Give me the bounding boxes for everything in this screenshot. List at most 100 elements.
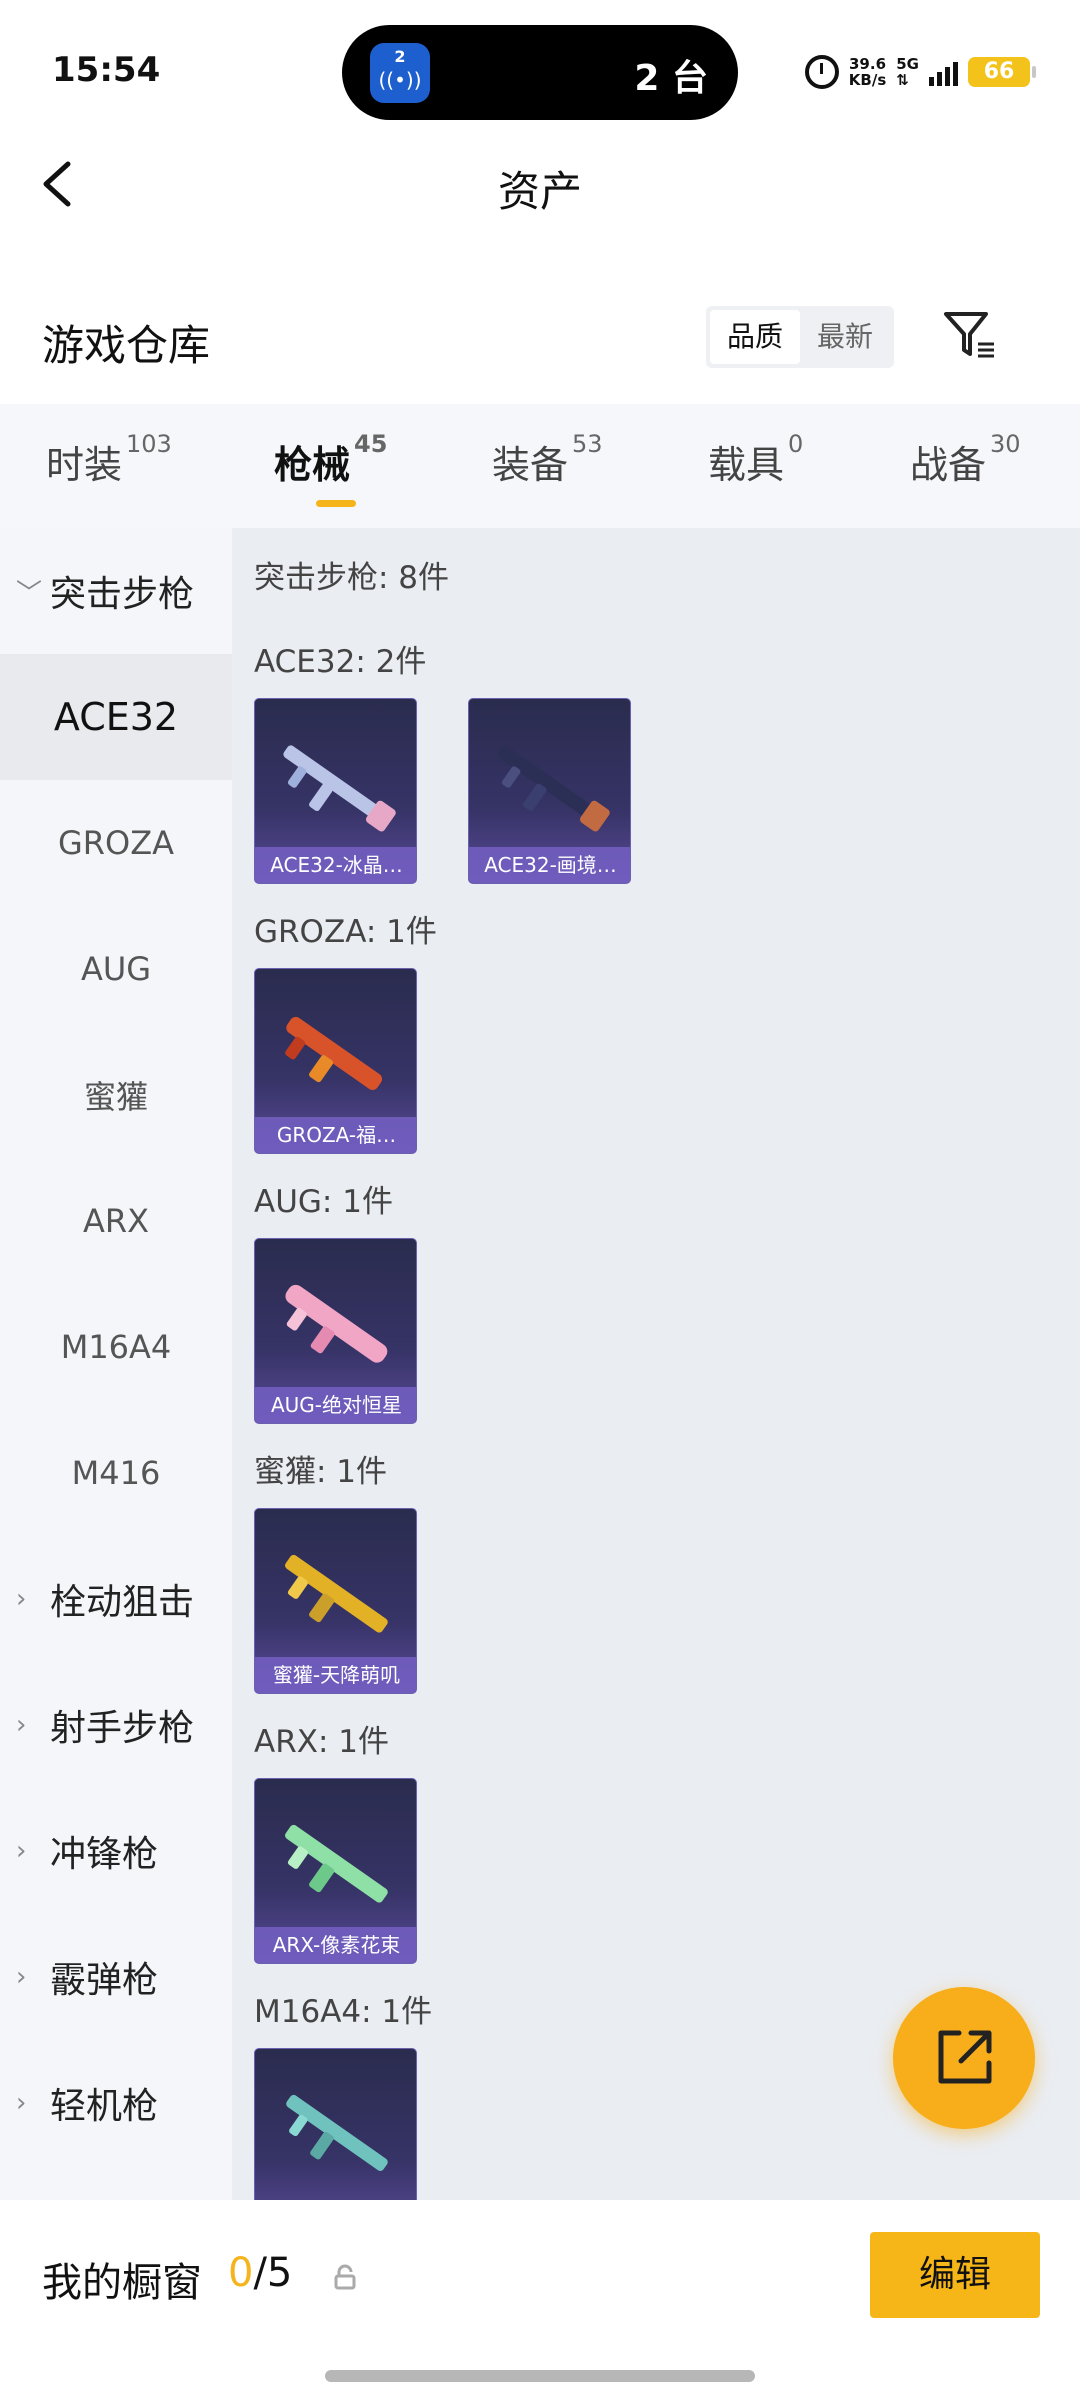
chevron-right-icon: › xyxy=(16,1962,27,1992)
signal-icon xyxy=(929,58,958,86)
sidebar-item-arx[interactable]: ARX xyxy=(0,1158,232,1284)
alarm-icon xyxy=(804,55,839,89)
weapon-card[interactable]: GROZA-福… xyxy=(254,968,417,1154)
sidebar-category-shotgun[interactable]: › 霰弹枪 xyxy=(0,1914,232,2040)
chevron-right-icon: › xyxy=(16,1584,27,1614)
tab-count: 45 xyxy=(354,430,388,458)
edit-button[interactable]: 编辑 xyxy=(870,2232,1040,2318)
battery-icon: 66 xyxy=(968,57,1036,87)
island-text: 2 台 xyxy=(634,58,708,99)
status-time: 15:54 xyxy=(52,50,161,90)
sidebar-category-bolt-sniper[interactable]: › 栓动狙击 xyxy=(0,1536,232,1662)
weapon-name: GROZA-福… xyxy=(255,1117,416,1153)
weapon-card[interactable]: ACE32-画境… xyxy=(468,698,631,884)
status-bar: 15:54 2 ((•)) 2 台 39.6 KB/s 5G ⇅ 66 xyxy=(0,0,1080,140)
share-fab-button[interactable] xyxy=(893,1987,1035,2129)
tab-count: 53 xyxy=(572,430,603,458)
rifle-icon xyxy=(286,2094,388,2171)
tab-label: 时装 xyxy=(46,443,123,487)
category-count: 突击步枪: 8件 xyxy=(254,560,450,596)
showcase-bar: 我的橱窗 0/5 编辑 xyxy=(0,2200,1080,2400)
sidebar-category-assault-rifle[interactable]: ﹀ 突击步枪 xyxy=(0,528,232,654)
chevron-right-icon: › xyxy=(16,1836,27,1866)
tab-fashion[interactable]: 时装 103 xyxy=(46,430,172,489)
group-label-ace32: ACE32: 2件 xyxy=(254,644,427,680)
network-speed: 39.6 KB/s xyxy=(849,56,886,88)
weapon-card[interactable]: ACE32-冰晶… xyxy=(254,698,417,884)
tab-equipment[interactable]: 装备 53 xyxy=(492,430,603,489)
rifle-icon xyxy=(285,1016,383,1090)
sort-quality-button[interactable]: 品质 xyxy=(710,310,800,364)
tab-indicator xyxy=(316,500,356,507)
chevron-right-icon: › xyxy=(16,2088,27,2118)
weapon-name: AUG-绝对恒星 xyxy=(255,1387,416,1423)
sidebar-category-label: 轻机枪 xyxy=(50,2086,159,2127)
weapon-name: 蜜獾-天降萌叽 xyxy=(255,1657,416,1693)
sidebar-category-lmg[interactable]: › 轻机枪 xyxy=(0,2040,232,2166)
sidebar-category-marksman-rifle[interactable]: › 射手步枪 xyxy=(0,1662,232,1788)
tab-count: 0 xyxy=(788,430,804,458)
sidebar-category-label: 射手步枪 xyxy=(50,1708,195,1749)
broadcast-icon: ((•)) xyxy=(378,68,422,92)
sidebar-item-ace32[interactable]: ACE32 xyxy=(0,654,232,780)
network-speed-unit: KB/s xyxy=(848,71,887,89)
tab-firearms[interactable]: 枪械 45 xyxy=(274,430,387,489)
network-type: 5G ⇅ xyxy=(896,56,919,88)
tab-supplies[interactable]: 战备 30 xyxy=(910,430,1021,489)
sidebar-item-aug[interactable]: AUG xyxy=(0,906,232,1032)
home-indicator[interactable] xyxy=(325,2370,755,2382)
tab-label: 载具 xyxy=(708,443,785,487)
tab-label: 装备 xyxy=(492,443,569,487)
sort-newest-button[interactable]: 最新 xyxy=(800,310,890,364)
sidebar-item-m416[interactable]: M416 xyxy=(0,1410,232,1536)
group-label-m16a4: M16A4: 1件 xyxy=(254,1994,433,2030)
weapon-card[interactable]: AUG-绝对恒星 xyxy=(254,1238,417,1424)
sort-toggle: 品质 最新 xyxy=(706,306,894,368)
app-header: 资产 xyxy=(0,140,1080,230)
sidebar-category-smg[interactable]: › 冲锋枪 xyxy=(0,1788,232,1914)
sidebar-category-label: 霰弹枪 xyxy=(50,1960,159,2001)
tab-label: 枪械 xyxy=(274,443,351,487)
dynamic-island[interactable]: 2 ((•)) 2 台 xyxy=(342,25,738,120)
group-label-arx: ARX: 1件 xyxy=(254,1724,390,1760)
rifle-icon xyxy=(285,1284,388,1363)
tab-vehicles[interactable]: 载具 0 xyxy=(708,430,803,489)
group-label-honey-badger: 蜜獾: 1件 xyxy=(254,1454,388,1490)
weapon-sidebar: ﹀ 突击步枪 ACE32 GROZA AUG 蜜獾 ARX M16A4 M416 … xyxy=(0,528,232,2200)
lock-icon xyxy=(334,2264,356,2290)
weapon-name: ACE32-冰晶… xyxy=(255,847,416,883)
page-title: 资产 xyxy=(497,167,582,216)
showcase-total: /5 xyxy=(253,2250,293,2296)
data-arrows-icon: ⇅ xyxy=(896,71,909,89)
island-badge: 2 xyxy=(394,47,406,66)
filter-icon[interactable] xyxy=(940,308,1000,364)
chevron-right-icon: › xyxy=(16,1710,27,1740)
tab-count: 30 xyxy=(990,430,1021,458)
sidebar-item-m16a4[interactable]: M16A4 xyxy=(0,1284,232,1410)
weapon-name: ARX-像素花束 xyxy=(255,1927,416,1963)
sidebar-item-groza[interactable]: GROZA xyxy=(0,780,232,906)
tab-label: 战备 xyxy=(910,443,987,487)
sidebar-category-label: 栓动狙击 xyxy=(50,1582,195,1623)
tab-count: 103 xyxy=(126,430,172,458)
network-type-label: 5G xyxy=(896,55,919,73)
group-label-groza: GROZA: 1件 xyxy=(254,914,437,950)
showcase-count: 0/5 xyxy=(228,2250,292,2296)
sidebar-category-label: 突击步枪 xyxy=(50,574,195,615)
island-app-icon: 2 ((•)) xyxy=(370,43,430,103)
showcase-label: 我的橱窗 xyxy=(42,2260,202,2306)
sidebar-item-honey-badger[interactable]: 蜜獾 xyxy=(0,1032,232,1158)
rifle-icon xyxy=(497,745,610,832)
weapon-card[interactable] xyxy=(254,2048,417,2200)
battery-level: 66 xyxy=(983,59,1015,84)
weapon-card[interactable]: 蜜獾-天降萌叽 xyxy=(254,1508,417,1694)
category-tabs: 时装 103 枪械 45 装备 53 载具 0 战备 30 xyxy=(0,404,1080,528)
weapon-name: ACE32-画境… xyxy=(469,847,630,883)
rifle-icon xyxy=(285,1824,388,1903)
weapon-card[interactable]: ARX-像素花束 xyxy=(254,1778,417,1964)
chevron-down-icon: ﹀ xyxy=(16,578,43,609)
warehouse-title: 游戏仓库 xyxy=(42,321,211,370)
rifle-icon xyxy=(283,745,396,832)
weapon-list[interactable]: 突击步枪: 8件 ACE32: 2件 ACE32-冰晶… ACE32-画境… G… xyxy=(232,528,1080,2200)
network-speed-value: 39.6 xyxy=(849,55,887,73)
